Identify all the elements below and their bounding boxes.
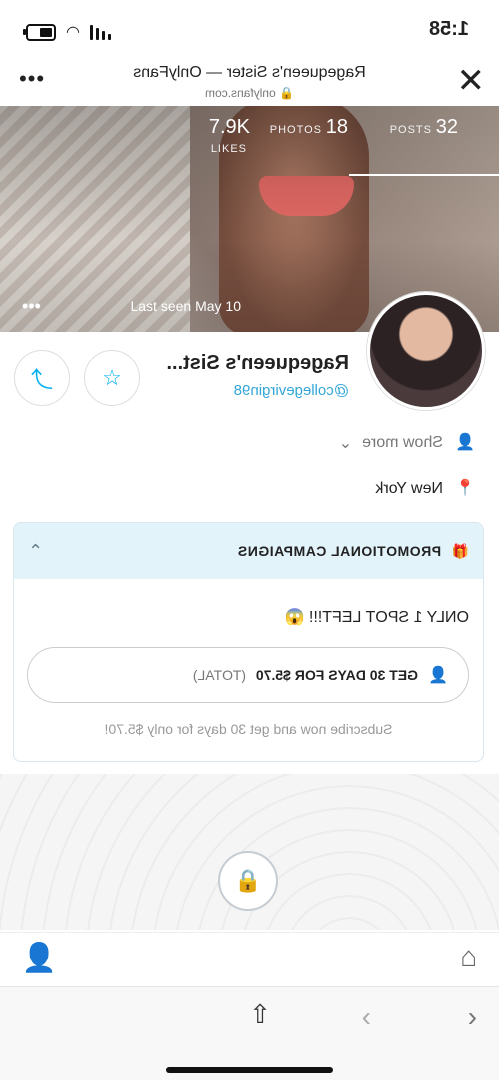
subscribe-button[interactable]: 👤 GET 30 DAYS FOR $5.70 (TOTAL) <box>27 647 469 703</box>
app-navbar: ⌂ 👤 <box>0 932 499 987</box>
stat-photos[interactable]: 18 PHOTOS <box>269 116 349 176</box>
favorite-button[interactable]: ☆ <box>84 350 140 406</box>
subscribe-label: GET 30 DAYS FOR $5.70 (TOTAL) <box>193 667 418 683</box>
battery-icon <box>26 23 56 41</box>
avatar[interactable] <box>367 292 485 410</box>
promo-title: 🎁 PROMOTIONAL CAMPAIGNS <box>237 543 469 560</box>
locked-content: 🔒 <box>0 774 499 930</box>
share-icon: ⤴ <box>31 367 54 392</box>
stat-photos-count: 18 <box>326 116 349 138</box>
user-icon: 👤 <box>455 434 475 451</box>
location-label: New York <box>375 480 443 497</box>
page-url: 🔒 onlyfans.com <box>205 86 294 100</box>
promo-spot-text: ONLY 1 SPOT LEFT!!! 😱 <box>284 609 469 626</box>
share-sheet-icon[interactable]: ⇧ <box>249 999 271 1030</box>
chevron-down-icon: ⌄ <box>338 435 353 452</box>
profile-stats: 32 POSTS 18 PHOTOS 7.9K LIKES <box>0 116 499 176</box>
profile-icon[interactable]: 👤 <box>22 941 57 974</box>
promo-header[interactable]: 🎁 PROMOTIONAL CAMPAIGNS ⌃ <box>14 523 483 579</box>
cover-more-icon[interactable]: ••• <box>22 296 41 317</box>
wifi-icon: ◠ <box>66 24 80 41</box>
more-options-icon[interactable]: ••• <box>18 66 44 92</box>
stat-posts-count: 32 <box>436 116 459 138</box>
stat-likes-count: 7.9K <box>208 116 250 138</box>
subscribe-main: GET 30 DAYS FOR $5.70 <box>255 667 418 683</box>
stat-posts[interactable]: 32 POSTS <box>349 116 499 176</box>
add-user-icon: 👤 <box>428 667 448 684</box>
browser-header: ✕ Ragequeen's Sister — OnlyFans 🔒 onlyfa… <box>0 58 499 107</box>
forward-icon[interactable]: › <box>362 1001 371 1033</box>
last-seen: Last seen May 10 <box>130 298 241 314</box>
subscribe-note: Subscribe now and get 30 days for only $… <box>104 721 393 737</box>
status-bar: 1:58 ◠ <box>0 0 499 58</box>
browser-toolbar: ‹ › ⇧ <box>0 986 499 1080</box>
promo-title-text: PROMOTIONAL CAMPAIGNS <box>237 543 442 559</box>
status-icons: ◠ <box>26 22 111 42</box>
profile-name: Ragequeen's Sist... <box>166 352 349 374</box>
show-more[interactable]: 👤 Show more ⌄ <box>339 432 475 454</box>
stat-likes[interactable]: 7.9K LIKES <box>189 116 269 176</box>
signal-icon <box>89 24 111 40</box>
screen: 1:58 ◠ ✕ Ragequeen's Sister — OnlyFans 🔒… <box>0 0 499 1080</box>
home-indicator <box>166 1067 333 1073</box>
lock-icon[interactable]: 🔒 <box>218 851 278 911</box>
stat-posts-label: POSTS <box>389 124 432 136</box>
show-more-label: Show more <box>362 434 443 451</box>
back-icon[interactable]: ‹ <box>468 1001 477 1033</box>
location-pin-icon: 📍 <box>455 480 475 497</box>
chevron-up-icon[interactable]: ⌃ <box>28 541 43 562</box>
gift-icon: 🎁 <box>451 542 469 559</box>
page-url-text: onlyfans.com <box>205 86 276 100</box>
location: 📍 New York <box>375 478 475 500</box>
home-icon[interactable]: ⌂ <box>460 941 477 973</box>
page-title: Ragequeen's Sister — OnlyFans <box>133 64 366 81</box>
profile-handle[interactable]: @collegevirgin98 <box>234 382 349 399</box>
stat-photos-label: PHOTOS <box>269 124 322 136</box>
star-icon: ☆ <box>102 365 122 390</box>
status-time: 1:58 <box>428 18 469 40</box>
stat-likes-label: LIKES <box>210 143 248 155</box>
share-profile-button[interactable]: ⤴ <box>14 350 70 406</box>
promo-card: 🎁 PROMOTIONAL CAMPAIGNS ⌃ ONLY 1 SPOT LE… <box>13 522 484 762</box>
subscribe-total: (TOTAL) <box>192 667 246 683</box>
